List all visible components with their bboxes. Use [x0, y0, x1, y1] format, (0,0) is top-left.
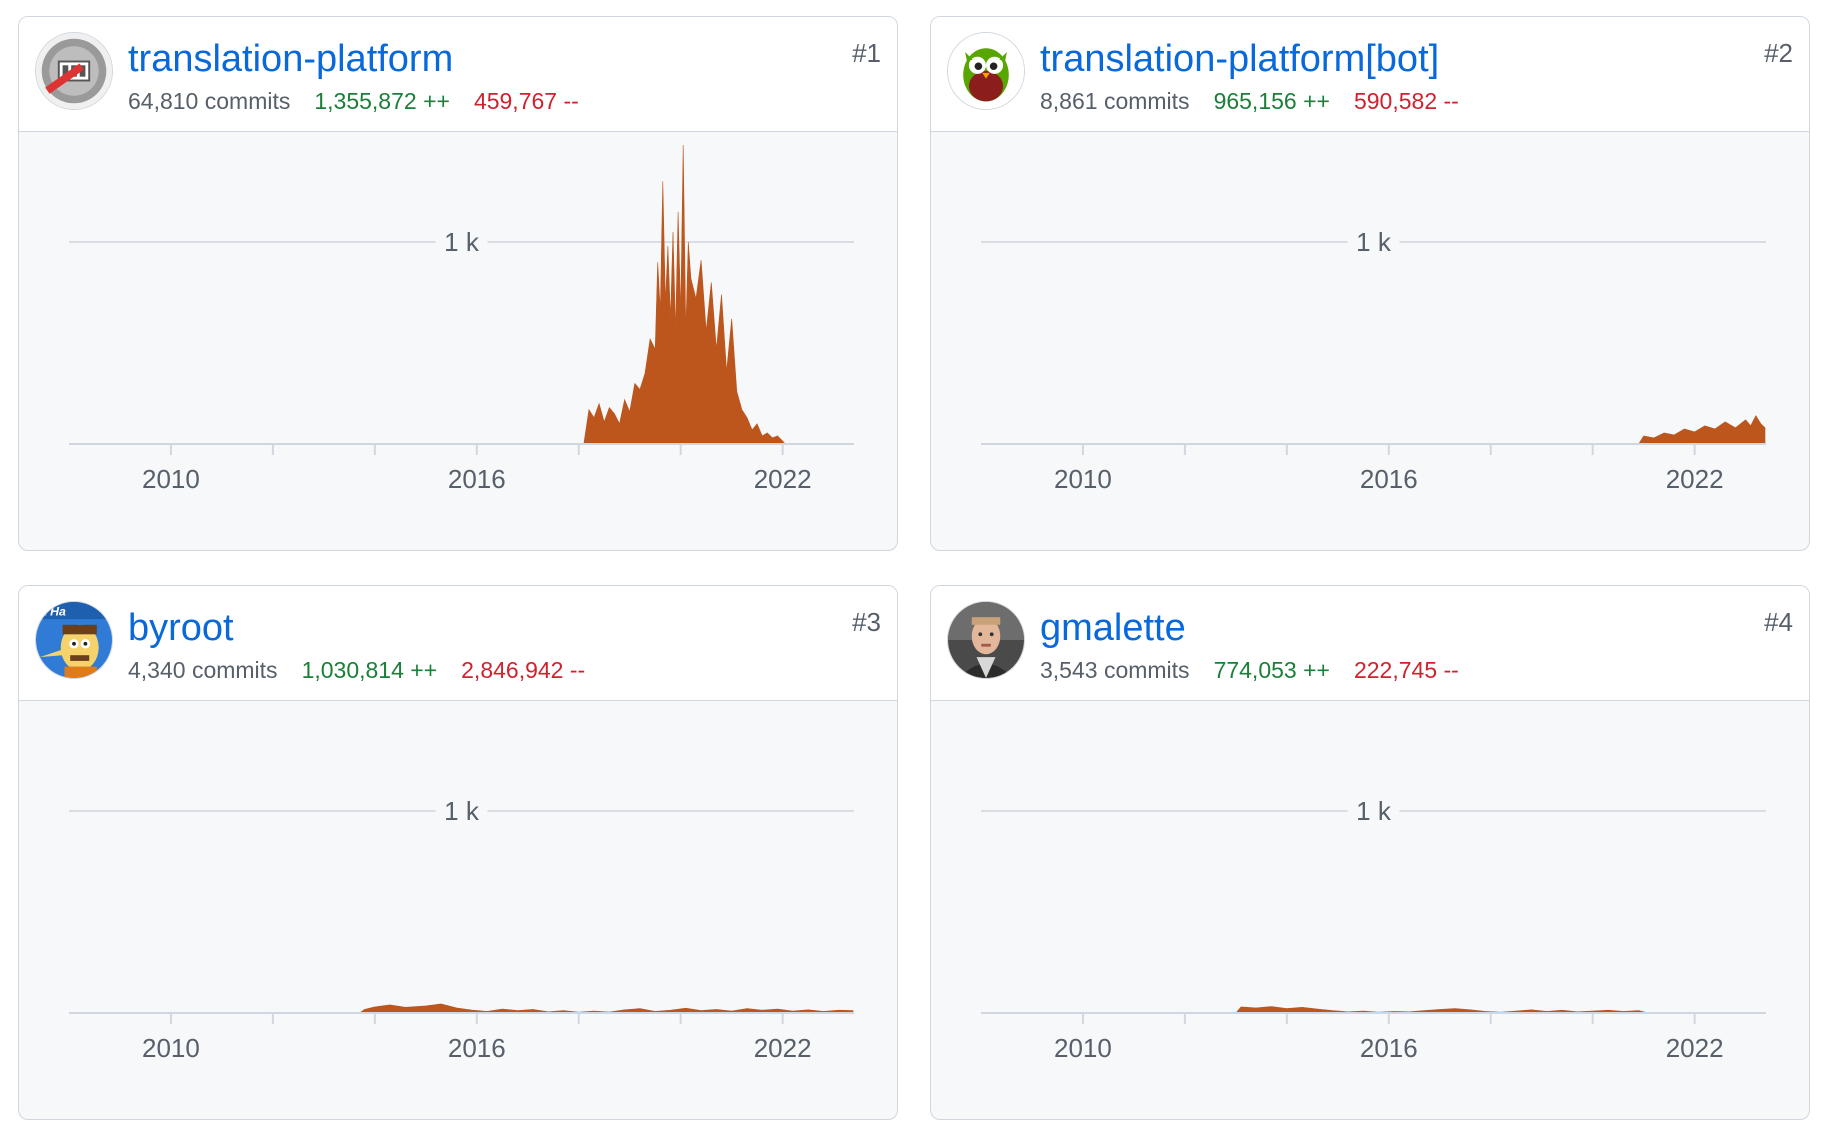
contributor-stats: 64,810 commits 1,355,872 ++ 459,767 --	[128, 87, 579, 115]
cartoon-avatar-icon: a Ha	[36, 602, 112, 678]
x-tick-label: 2022	[754, 1033, 812, 1063]
commit-area-series	[583, 144, 786, 445]
avatar[interactable]: a Ha	[35, 601, 113, 679]
commit-activity-chart: 1 k 2010 2016 2022	[19, 700, 897, 1119]
additions-count: 965,156 ++	[1213, 88, 1330, 114]
chart-canvas: 1 k 2010 2016 2022	[69, 795, 854, 1063]
x-tick-label: 2016	[1360, 464, 1418, 494]
x-tick-label: 2022	[754, 464, 812, 494]
contributor-name-link[interactable]: translation-platform[bot]	[1040, 37, 1439, 81]
contributor-stats: 3,543 commits 774,053 ++ 222,745 --	[1040, 656, 1459, 684]
translation-platform-logo-icon	[36, 33, 112, 109]
deletions-count: 590,582 --	[1353, 88, 1459, 114]
photo-avatar-icon	[948, 602, 1024, 678]
deletions-count: 222,745 --	[1353, 657, 1459, 683]
x-tick-label: 2010	[142, 464, 200, 494]
additions-count: 774,053 ++	[1213, 657, 1330, 683]
y-tick-label: 1 k	[1356, 227, 1392, 257]
commit-area-series	[358, 1003, 854, 1014]
rank-badge: #2	[1764, 38, 1793, 68]
y-tick-label: 1 k	[444, 227, 480, 257]
x-tick-label: 2022	[1666, 1033, 1724, 1063]
owl-icon	[948, 33, 1024, 109]
contributor-header: a Ha byroot 4,340 commits 1,030,814 ++ 2,8…	[19, 586, 897, 701]
contributor-card: a Ha byroot 4,340 commits 1,030,814 ++ 2,8…	[18, 585, 898, 1120]
commit-count[interactable]: 8,861 commits	[1040, 88, 1190, 114]
chart-canvas: 1 k 2010 2016 2022	[981, 226, 1766, 494]
x-tick-label: 2010	[1054, 464, 1112, 494]
deletions-count: 459,767 --	[473, 88, 579, 114]
contributor-card: translation-platform[bot] 8,861 commits 9…	[930, 16, 1810, 551]
x-tick-label: 2010	[1054, 1033, 1112, 1063]
chart-canvas: 1 k 2010 2016 2022	[981, 795, 1766, 1063]
x-tick-label: 2016	[448, 1033, 506, 1063]
contributor-stats: 8,861 commits 965,156 ++ 590,582 --	[1040, 87, 1459, 115]
contributor-header: translation-platform 64,810 commits 1,355…	[19, 17, 897, 132]
deletions-count: 2,846,942 --	[461, 657, 586, 683]
contributor-card: gmalette 3,543 commits 774,053 ++ 222,745 …	[930, 585, 1810, 1120]
x-tick-label: 2016	[448, 464, 506, 494]
commit-count[interactable]: 4,340 commits	[128, 657, 278, 683]
contributor-name-link[interactable]: translation-platform	[128, 37, 453, 81]
y-tick-label: 1 k	[444, 796, 480, 826]
contributor-header: gmalette 3,543 commits 774,053 ++ 222,745 …	[931, 586, 1809, 701]
avatar[interactable]	[947, 32, 1025, 110]
commit-count[interactable]: 64,810 commits	[128, 88, 290, 114]
avatar[interactable]	[947, 601, 1025, 679]
contributor-header: translation-platform[bot] 8,861 commits 9…	[931, 17, 1809, 132]
contributor-name-link[interactable]: gmalette	[1040, 606, 1186, 650]
commit-activity-chart: 1 k 2010 2016 2022	[931, 131, 1809, 550]
rank-badge: #4	[1764, 607, 1793, 637]
commit-area-series	[1638, 415, 1766, 445]
svg-text:a Ha: a Ha	[40, 604, 66, 618]
contributor-card: translation-platform 64,810 commits 1,355…	[18, 16, 898, 551]
commit-count[interactable]: 3,543 commits	[1040, 657, 1190, 683]
rank-badge: #1	[852, 38, 881, 68]
commit-activity-chart: 1 k 2010 2016 2022	[931, 700, 1809, 1119]
contributor-stats: 4,340 commits 1,030,814 ++ 2,846,942 --	[128, 656, 585, 684]
contributor-name-link[interactable]: byroot	[128, 606, 234, 650]
commit-activity-chart: 1 k 2010 2016 2022	[19, 131, 897, 550]
x-tick-label: 2016	[1360, 1033, 1418, 1063]
x-tick-label: 2010	[142, 1033, 200, 1063]
rank-badge: #3	[852, 607, 881, 637]
chart-canvas: 1 k 2010 2016 2022	[69, 144, 854, 494]
avatar[interactable]	[35, 32, 113, 110]
additions-count: 1,355,872 ++	[314, 88, 450, 114]
x-tick-label: 2022	[1666, 464, 1724, 494]
additions-count: 1,030,814 ++	[301, 657, 438, 683]
y-tick-label: 1 k	[1356, 796, 1392, 826]
